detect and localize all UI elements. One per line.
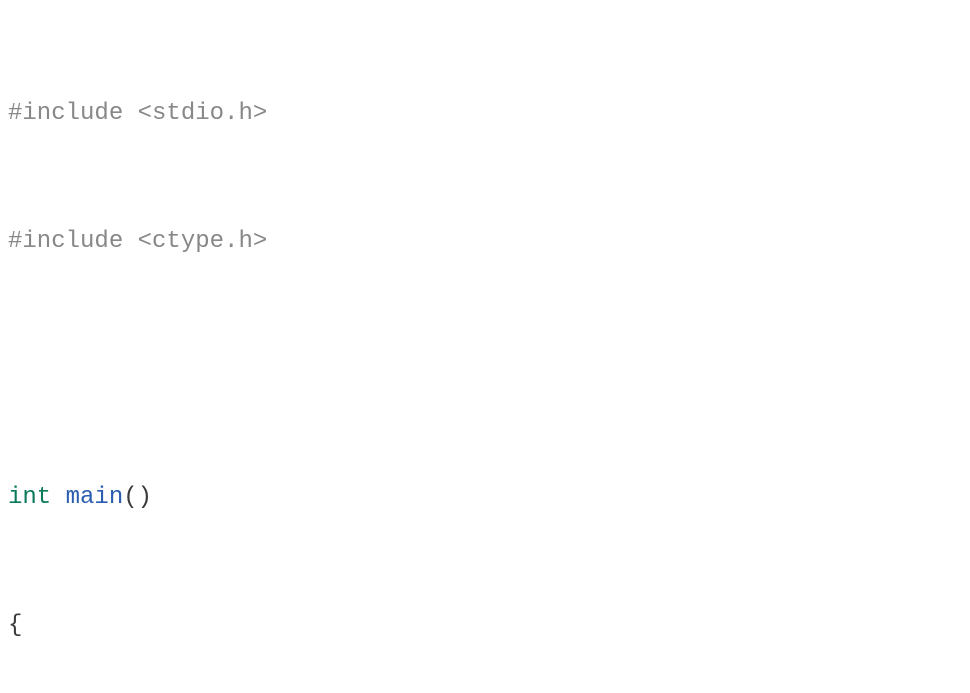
code-line[interactable]: #include <ctype.h> [8,226,966,258]
preprocessor-include: <ctype.h> [123,228,267,255]
code-line[interactable]: int main() [8,482,966,514]
code-line[interactable]: { [8,610,966,642]
keyword-int: int [8,484,51,511]
preprocessor-directive: #include [8,228,123,255]
parens: () [123,484,152,511]
function-name-main: main [66,484,124,511]
space [51,484,65,511]
preprocessor-directive: #include [8,100,123,127]
code-line[interactable]: #include <stdio.h> [8,98,966,130]
brace-open: { [8,612,22,639]
code-editor[interactable]: #include <stdio.h> #include <ctype.h> in… [0,0,970,693]
code-line-blank[interactable] [8,354,966,386]
preprocessor-include: <stdio.h> [123,100,267,127]
